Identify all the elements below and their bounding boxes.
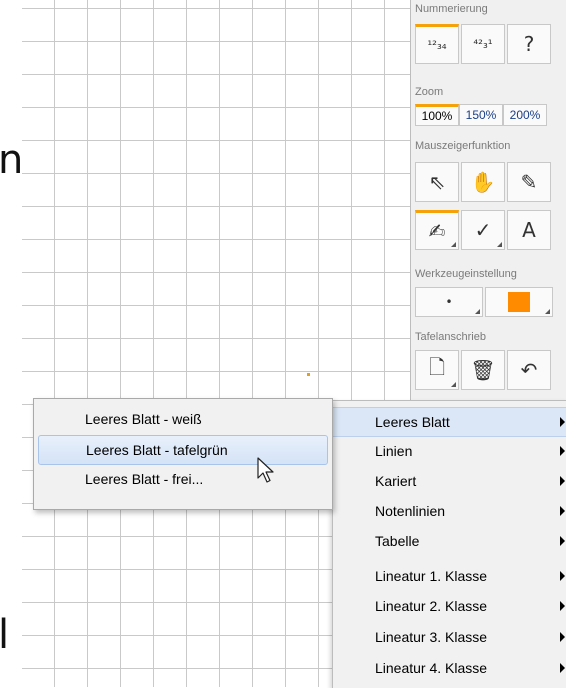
submenu-arrow-icon bbox=[560, 417, 565, 427]
pointer-text-button[interactable]: A bbox=[507, 210, 551, 250]
canvas-letter-l: l bbox=[0, 612, 10, 658]
check-icon: ✓ bbox=[474, 218, 492, 242]
zoom-100-button[interactable]: 100% bbox=[415, 104, 459, 126]
menu-item-lineatur-2[interactable]: Lineatur 2. Klasse bbox=[333, 592, 566, 622]
menu-item-linien[interactable]: Linien bbox=[333, 437, 566, 467]
menu-item-label: Linien bbox=[375, 443, 413, 459]
numbering-help-button[interactable]: ? bbox=[507, 24, 551, 64]
submenu-arrow-icon bbox=[560, 601, 565, 611]
color-swatch bbox=[508, 292, 530, 312]
submenu-arrow-icon bbox=[560, 536, 565, 546]
color-picker-button[interactable] bbox=[485, 287, 553, 317]
new-page-icon: 🗋 bbox=[428, 355, 446, 379]
canvas-letter-n: n bbox=[0, 137, 24, 183]
tool-panel: Nummerierung ¹²₃₄ ⁴²₃¹ ? Zoom 100% 150% … bbox=[410, 0, 566, 420]
stroke-size-button[interactable]: • bbox=[415, 287, 483, 317]
undo-icon: ↶ bbox=[520, 358, 538, 382]
left-canvas-strip: n l bbox=[0, 0, 24, 687]
pointer-pen-button[interactable]: ✍ bbox=[415, 210, 459, 250]
section-label-board: Tafelanschrieb bbox=[415, 331, 486, 343]
menu-item-label: Notenlinien bbox=[375, 503, 446, 519]
eraser-icon: ✎ bbox=[520, 170, 538, 194]
delete-button[interactable]: 🗑 bbox=[461, 350, 505, 390]
pointer-hand-button[interactable]: ✋ bbox=[461, 162, 505, 202]
pen-icon: ✍ bbox=[428, 219, 446, 243]
numbering-button-row: ¹²₃₄ ⁴²₃¹ ? bbox=[415, 24, 553, 64]
numbering-123-button[interactable]: ¹²₃₄ bbox=[415, 24, 459, 64]
menu-item-label: Lineatur 2. Klasse bbox=[375, 598, 488, 614]
numbering-shuffle-button[interactable]: ⁴²₃¹ bbox=[461, 24, 505, 64]
pointer-row-2: ✍ ✓ A bbox=[415, 210, 553, 250]
menu-item-label: Lineatur 1. Klasse bbox=[375, 568, 488, 584]
section-label-zoom: Zoom bbox=[415, 86, 444, 98]
hand-icon: ✋ bbox=[470, 170, 496, 194]
context-menu: Leeres Blatt Linien Kariert Notenlinien … bbox=[332, 400, 566, 688]
corner-marker bbox=[475, 309, 480, 314]
section-label-tool-settings: Werkzeugeinstellung bbox=[415, 268, 517, 280]
trash-icon: 🗑 bbox=[470, 358, 496, 382]
menu-item-lineatur-4[interactable]: Lineatur 4. Klasse bbox=[333, 654, 566, 684]
menu-item-lineatur-1[interactable]: Lineatur 1. Klasse bbox=[333, 562, 566, 592]
section-label-numbering: Nummerierung bbox=[415, 3, 488, 15]
question-icon: ? bbox=[523, 32, 535, 56]
canvas-dot bbox=[307, 373, 310, 376]
menu-item-label: Lineatur 4. Klasse bbox=[375, 660, 488, 676]
submenu-arrow-icon bbox=[560, 663, 565, 673]
menu-item-label: Lineatur 3. Klasse bbox=[375, 629, 488, 645]
tool-settings-row: • bbox=[415, 287, 555, 317]
section-label-pointer: Mauszeigerfunktion bbox=[415, 140, 511, 152]
submenu-item-weiss[interactable]: Leeres Blatt - weiß bbox=[38, 405, 328, 435]
corner-marker bbox=[451, 242, 456, 247]
menu-item-kariert[interactable]: Kariert bbox=[333, 467, 566, 497]
submenu-item-label: Leeres Blatt - weiß bbox=[85, 411, 202, 427]
submenu-arrow-icon bbox=[560, 571, 565, 581]
submenu-arrow-icon bbox=[560, 446, 565, 456]
menu-item-leeres-blatt[interactable]: Leeres Blatt bbox=[333, 407, 566, 437]
submenu-item-label: Leeres Blatt - tafelgrün bbox=[86, 442, 228, 458]
menu-item-label: Leeres Blatt bbox=[375, 414, 450, 430]
submenu-leeres-blatt: Leeres Blatt - weiß Leeres Blatt - tafel… bbox=[33, 398, 333, 510]
pointer-row-1: ⇖ ✋ ✎ bbox=[415, 162, 553, 202]
submenu-item-frei[interactable]: Leeres Blatt - frei... bbox=[38, 465, 328, 495]
submenu-item-label: Leeres Blatt - frei... bbox=[85, 471, 204, 487]
mouse-cursor-icon bbox=[257, 457, 274, 483]
menu-item-tabelle[interactable]: Tabelle bbox=[333, 527, 566, 557]
corner-marker bbox=[545, 309, 550, 314]
submenu-arrow-icon bbox=[560, 632, 565, 642]
pointer-arrow-button[interactable]: ⇖ bbox=[415, 162, 459, 202]
menu-item-label: Kariert bbox=[375, 473, 417, 489]
submenu-item-tafelgruen[interactable]: Leeres Blatt - tafelgrün bbox=[38, 435, 328, 465]
menu-item-label: Tabelle bbox=[375, 533, 420, 549]
menu-item-notenlinien[interactable]: Notenlinien bbox=[333, 497, 566, 527]
dot-icon: • bbox=[445, 295, 453, 309]
new-page-button[interactable]: 🗋 bbox=[415, 350, 459, 390]
pointer-check-button[interactable]: ✓ bbox=[461, 210, 505, 250]
corner-marker bbox=[451, 382, 456, 387]
text-tool-icon: A bbox=[522, 218, 536, 242]
zoom-200-button[interactable]: 200% bbox=[503, 104, 547, 126]
submenu-arrow-icon bbox=[560, 506, 565, 516]
submenu-arrow-icon bbox=[560, 476, 565, 486]
corner-marker bbox=[497, 242, 502, 247]
numbering-123-icon: ¹²₃₄ bbox=[427, 38, 447, 52]
undo-button[interactable]: ↶ bbox=[507, 350, 551, 390]
arrow-pointer-icon: ⇖ bbox=[428, 170, 446, 194]
board-button-row: 🗋 🗑 ↶ bbox=[415, 350, 553, 390]
menu-item-lineatur-3[interactable]: Lineatur 3. Klasse bbox=[333, 623, 566, 653]
zoom-button-row: 100% 150% 200% bbox=[415, 104, 547, 126]
pointer-eraser-button[interactable]: ✎ bbox=[507, 162, 551, 202]
numbering-shuffle-icon: ⁴²₃¹ bbox=[473, 37, 493, 51]
zoom-150-button[interactable]: 150% bbox=[459, 104, 503, 126]
